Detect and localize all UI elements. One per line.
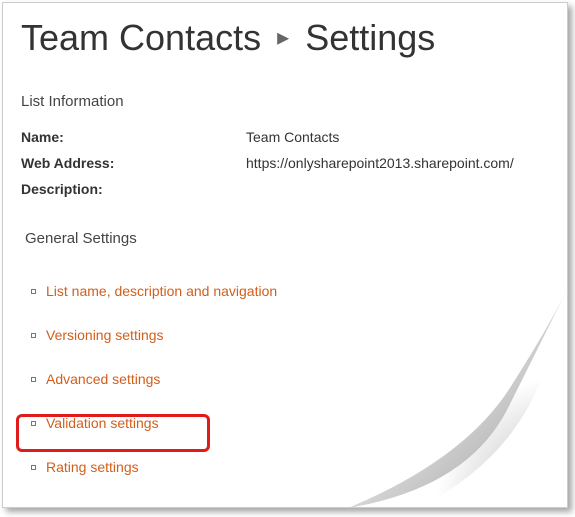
general-settings-heading: General Settings [3,202,567,255]
info-label: Web Address: [21,150,246,176]
chevron-right-icon: ▸ [271,24,295,51]
list-item: Versioning settings [31,313,549,357]
info-value[interactable]: https://onlysharepoint2013.sharepoint.co… [246,150,514,176]
info-label: Description: [21,176,246,202]
link-versioning-settings[interactable]: Versioning settings [46,327,164,343]
list-item: Advanced settings [31,357,549,401]
bullet-icon [31,421,36,426]
link-advanced-settings[interactable]: Advanced settings [46,371,160,387]
bullet-icon [31,289,36,294]
info-row-description: Description: [21,176,549,202]
list-item: List name, description and navigation [31,269,549,313]
breadcrumb-list-name[interactable]: Team Contacts [21,17,261,58]
list-information-heading: List Information [3,67,567,114]
link-validation-settings[interactable]: Validation settings [46,415,159,431]
info-label: Name: [21,124,246,150]
link-list-name-description-navigation[interactable]: List name, description and navigation [46,283,277,299]
info-row-web-address: Web Address: https://onlysharepoint2013.… [21,150,549,176]
list-item: Rating settings [31,445,549,489]
link-rating-settings[interactable]: Rating settings [46,459,139,475]
bullet-icon [31,465,36,470]
settings-page: Team Contacts ▸ Settings List Informatio… [2,2,568,508]
breadcrumb-page: Settings [305,17,435,58]
info-value: Team Contacts [246,124,339,150]
general-settings-links: List name, description and navigation Ve… [3,255,567,489]
bullet-icon [31,377,36,382]
list-information: Name: Team Contacts Web Address: https:/… [3,114,567,202]
bullet-icon [31,333,36,338]
breadcrumb: Team Contacts ▸ Settings [3,3,567,67]
list-item: Validation settings [31,401,549,445]
info-row-name: Name: Team Contacts [21,124,549,150]
